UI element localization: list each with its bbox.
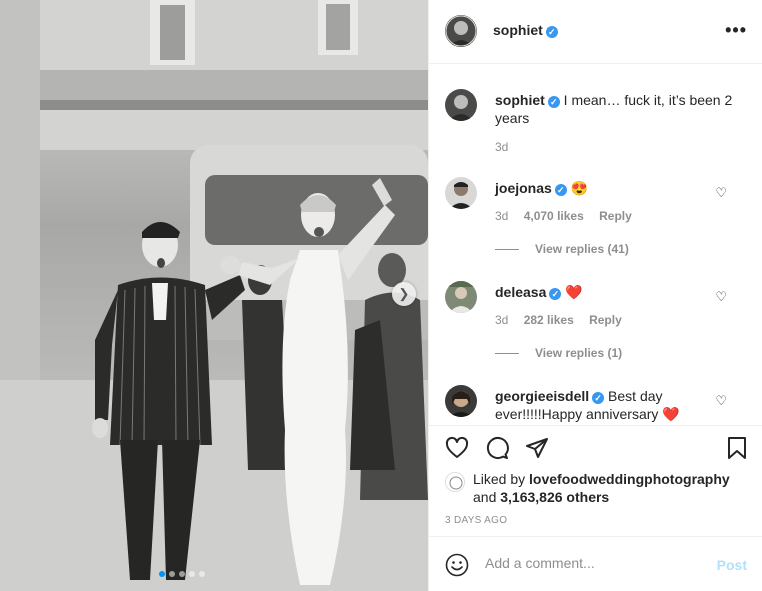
comment-icon[interactable] [485,436,509,463]
more-horizontal-icon[interactable]: ••• [725,20,747,41]
carousel-dot [179,571,185,577]
carousel-dot [169,571,175,577]
verified-badge-icon: ✓ [545,26,558,38]
likes-and: and [473,489,497,505]
comment-age: 3d [495,209,509,223]
view-replies-label: View replies (41) [535,242,629,256]
comment-text: ❤️ [565,284,583,300]
carousel-dot [189,571,195,577]
bookmark-icon[interactable] [725,436,749,463]
heart-icon[interactable]: ♡ [715,289,727,305]
comments-list[interactable]: sophiet ✓ I mean… fuck it, it’s been 2 ye… [429,65,762,425]
post-button[interactable]: Post [717,557,747,573]
emoji-icon[interactable] [445,553,469,580]
comment-input[interactable] [485,555,705,571]
caption-age: 3d [495,140,509,154]
comment-age: 3d [495,313,509,327]
comment-likes[interactable]: 4,070 likes [524,209,584,223]
comment-username[interactable]: georgieeisdell [495,388,589,404]
comment-username[interactable]: joejonas [495,180,552,196]
comment-likes[interactable]: 282 likes [524,313,574,327]
post-details-panel: sophiet ✓ ••• sophiet ✓ I mean… fuck it, i… [428,0,762,591]
commenter-avatar[interactable] [445,385,477,417]
comment-username[interactable]: deleasa [495,284,546,300]
heart-icon[interactable]: ♡ [715,185,727,201]
liker-username[interactable]: lovefoodweddingphotography [529,471,730,487]
carousel-indicator [159,571,205,577]
reply-button[interactable]: Reply [589,313,622,327]
add-comment-bar: Post [429,536,762,591]
post-photo[interactable]: ❯ [0,0,428,591]
comment-text: 😍 [570,180,589,196]
chevron-right-icon: ❯ [398,286,410,301]
share-icon[interactable] [525,436,549,463]
view-replies-button[interactable]: View replies (41) [495,242,629,256]
verified-badge-icon: ✓ [547,96,560,108]
likes-others[interactable]: 3,163,826 others [500,489,609,505]
likes-prefix: Liked by [473,471,526,487]
wedding-photo-illustration [0,0,428,591]
commenter-avatar[interactable] [445,281,477,313]
likes-summary: Liked by lovefoodweddingphotography and … [445,470,745,506]
reply-button[interactable]: Reply [599,209,632,223]
caption-username[interactable]: sophiet [495,92,545,108]
verified-badge-icon: ✓ [554,184,567,196]
view-replies-label: View replies (1) [535,346,623,360]
caption: sophiet ✓ I mean… fuck it, it’s been 2 ye… [445,89,745,159]
author-avatar[interactable] [445,89,477,121]
heart-icon[interactable] [445,436,469,463]
post-timestamp[interactable]: 3 DAYS AGO [445,515,507,526]
verified-badge-icon: ✓ [592,392,605,404]
carousel-dot [199,571,205,577]
post-header: sophiet ✓ ••• [429,0,762,64]
comment-item: deleasa ✓ ❤️ ♡ 3d 282 likes Reply View re… [445,281,745,371]
post-actions: Liked by lovefoodweddingphotography and … [429,425,762,526]
comment-item: georgieeisdell ✓ Best day ever!!!!!Happy … [445,385,745,425]
comment-item: joejonas ✓ 😍 ♡ 3d 4,070 likes Reply View … [445,177,745,267]
carousel-next-button[interactable]: ❯ [392,282,416,306]
author-avatar[interactable] [445,15,477,47]
view-replies-button[interactable]: View replies (1) [495,346,622,360]
commenter-avatar[interactable] [445,177,477,209]
verified-badge-icon: ✓ [549,288,562,300]
heart-icon[interactable]: ♡ [715,393,727,409]
author-username[interactable]: sophiet [493,22,543,38]
carousel-dot [159,571,165,577]
